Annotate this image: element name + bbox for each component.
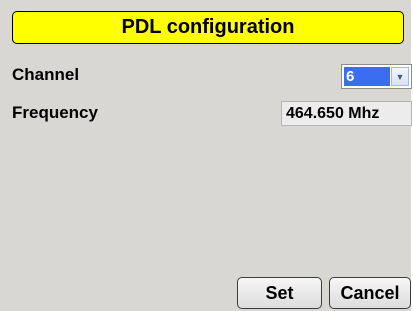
pdl-configuration-dialog: PDL configuration Channel 6 ▼ Frequency … xyxy=(0,0,412,311)
dialog-title: PDL configuration xyxy=(121,16,295,38)
channel-select-value: 6 xyxy=(344,67,390,86)
frequency-label: Frequency xyxy=(12,103,98,122)
dialog-title-bar: PDL configuration xyxy=(12,11,404,44)
frequency-value: 464.650 Mhz xyxy=(281,101,412,126)
set-button[interactable]: Set xyxy=(237,277,322,309)
channel-label: Channel xyxy=(12,65,80,84)
channel-select[interactable]: 6 ▼ xyxy=(341,64,412,89)
chevron-down-icon[interactable]: ▼ xyxy=(391,67,409,86)
cancel-button[interactable]: Cancel xyxy=(329,277,411,309)
